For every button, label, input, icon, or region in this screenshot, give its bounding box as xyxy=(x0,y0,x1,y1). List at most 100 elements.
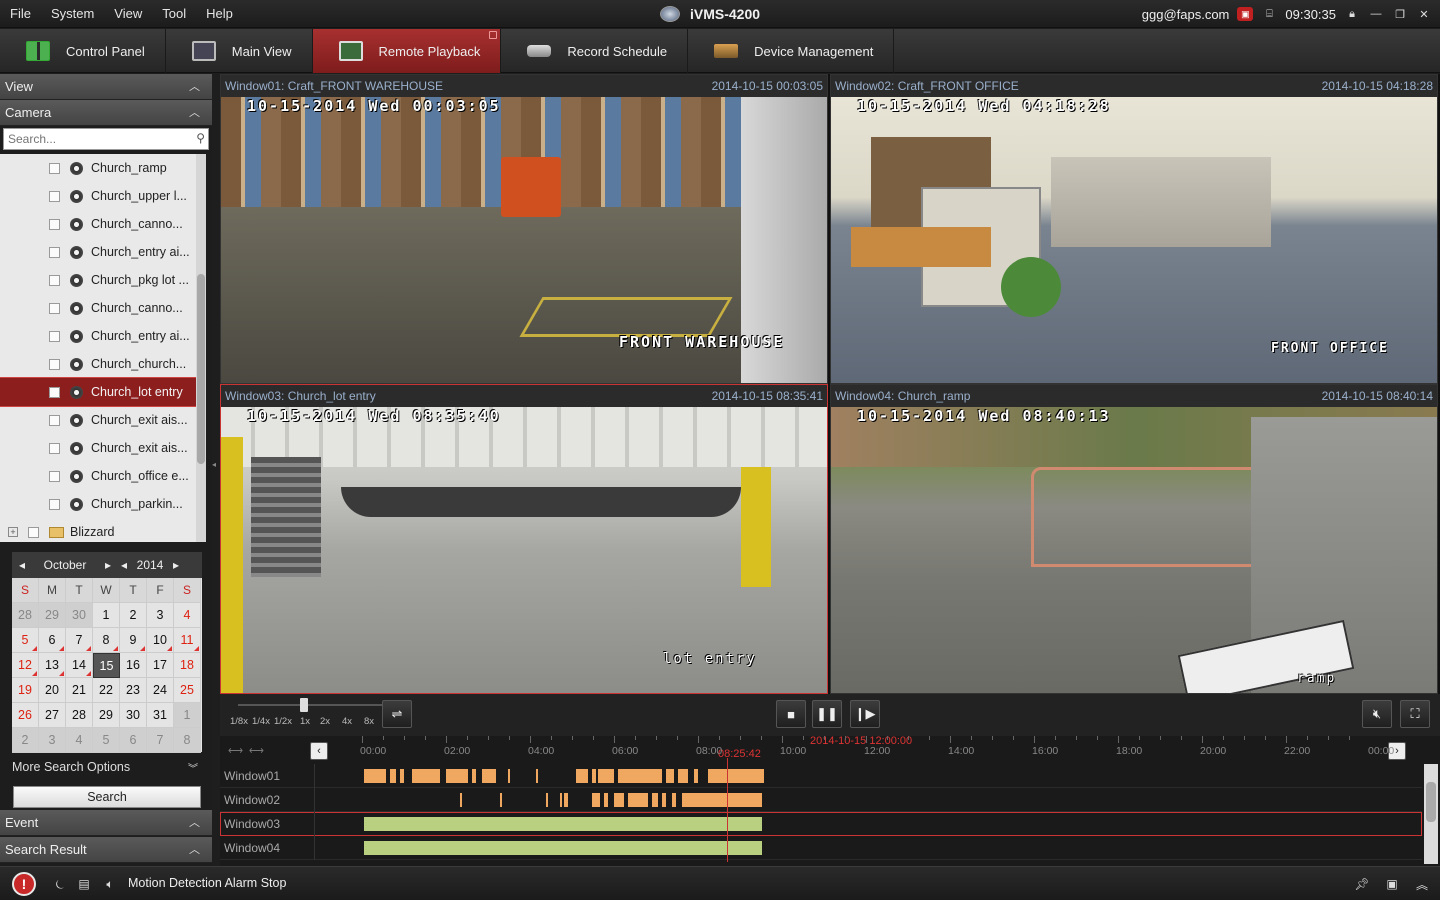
calendar-day[interactable]: 16 xyxy=(120,653,147,678)
video-window-1[interactable]: Window01: Craft_FRONT WAREHOUSE 2014-10-… xyxy=(220,74,828,384)
collapse-panel-icon[interactable]: ◂ xyxy=(212,460,219,474)
camera-item[interactable]: Church_office e... xyxy=(0,462,206,490)
calendar-day[interactable]: 30 xyxy=(66,603,93,628)
calendar-day[interactable]: 7 xyxy=(66,628,93,653)
event-section-header[interactable]: Event ︿ xyxy=(0,810,212,836)
camera-item[interactable]: Church_entry ai... xyxy=(0,322,206,350)
calendar-day[interactable]: 25 xyxy=(174,678,201,703)
menu-help[interactable]: Help xyxy=(196,0,243,28)
next-month-icon[interactable]: ▸ xyxy=(98,558,118,572)
menu-view[interactable]: View xyxy=(104,0,152,28)
video-window-3-selected[interactable]: Window03: Church_lot entry 2014-10-15 08… xyxy=(220,384,828,694)
calendar-day[interactable]: 3 xyxy=(147,603,174,628)
alarm-sound-icon[interactable]: ⏾ xyxy=(52,876,68,892)
calendar-day[interactable]: 8 xyxy=(93,628,120,653)
calendar-day[interactable]: 3 xyxy=(39,728,66,753)
expand-up-icon[interactable]: ︽ xyxy=(1414,876,1430,892)
calendar-day[interactable]: 15 xyxy=(93,653,120,678)
calendar-day[interactable]: 27 xyxy=(39,703,66,728)
camera-item[interactable]: Church_upper l... xyxy=(0,182,206,210)
search-icon[interactable]: ⚲ xyxy=(196,131,205,145)
pin-icon[interactable]: 📌︎ xyxy=(1354,876,1370,892)
calendar-day[interactable]: 20 xyxy=(39,678,66,703)
calendar-day[interactable]: 29 xyxy=(39,603,66,628)
timeline-row[interactable]: Window02 xyxy=(220,788,1422,812)
menu-file[interactable]: File xyxy=(0,0,41,28)
minimize-icon[interactable]: — xyxy=(1368,7,1384,21)
calendar-day[interactable]: 30 xyxy=(120,703,147,728)
calendar-day[interactable]: 7 xyxy=(147,728,174,753)
camera-item[interactable]: Church_pkg lot ... xyxy=(0,266,206,294)
calendar-day[interactable]: 11 xyxy=(174,628,201,653)
calendar-day[interactable]: 28 xyxy=(66,703,93,728)
view-section-header[interactable]: View ︿ xyxy=(0,74,212,100)
checkbox[interactable] xyxy=(49,162,60,174)
expand-icon[interactable]: + xyxy=(8,527,18,537)
mute-icon[interactable]: 🔈︎ xyxy=(102,876,118,892)
audio-mute-icon[interactable]: 🔇︎ xyxy=(1362,700,1392,728)
checkbox[interactable] xyxy=(49,190,60,202)
calendar-day[interactable]: 23 xyxy=(120,678,147,703)
calendar-day[interactable]: 6 xyxy=(120,728,147,753)
calendar-day[interactable]: 4 xyxy=(174,603,201,628)
timeline-prev-icon[interactable]: ‹ xyxy=(310,742,328,760)
menu-system[interactable]: System xyxy=(41,0,104,28)
calendar-day[interactable]: 28 xyxy=(12,603,39,628)
calendar-day[interactable]: 21 xyxy=(66,678,93,703)
chevron-up-icon[interactable]: ︿ xyxy=(189,100,200,126)
lock-icon[interactable]: 🔒︎ xyxy=(1344,7,1360,21)
calendar-day[interactable]: 17 xyxy=(147,653,174,678)
chevron-up-icon[interactable]: ︿ xyxy=(189,810,200,836)
calendar-day[interactable]: 6 xyxy=(39,628,66,653)
next-year-icon[interactable]: ▸ xyxy=(170,558,182,572)
tab-record-schedule[interactable]: Record Schedule xyxy=(501,29,689,73)
scrollbar-thumb[interactable] xyxy=(1426,782,1436,822)
checkbox[interactable] xyxy=(49,498,60,510)
calendar-day[interactable]: 14 xyxy=(66,653,93,678)
search-button[interactable]: Search xyxy=(13,786,201,808)
folder-item[interactable]: + Blizzard xyxy=(0,518,206,542)
calendar-day[interactable]: 4 xyxy=(66,728,93,753)
timeline-scrollbar[interactable] xyxy=(1424,764,1438,864)
camera-item[interactable]: Church_canno... xyxy=(0,210,206,238)
video-window-4[interactable]: Window04: Church_ramp 2014-10-15 08:40:1… xyxy=(830,384,1438,694)
calendar-day[interactable]: 22 xyxy=(93,678,120,703)
alarm-log-icon[interactable]: ▤ xyxy=(76,876,92,892)
single-frame-icon[interactable]: ❙▶ xyxy=(850,700,880,728)
checkbox[interactable] xyxy=(49,358,60,370)
checkbox[interactable] xyxy=(49,246,60,258)
adjust-icon[interactable]: ⇌ xyxy=(382,700,412,728)
calendar-day[interactable]: 24 xyxy=(147,678,174,703)
speed-slider[interactable] xyxy=(238,698,388,712)
tab-remote-playback[interactable]: Remote Playback xyxy=(312,29,502,73)
video-window-2[interactable]: Window02: Craft_FRONT OFFICE 2014-10-15 … xyxy=(830,74,1438,384)
checkbox[interactable] xyxy=(49,274,60,286)
chevron-up-icon[interactable]: ︿ xyxy=(189,837,200,863)
calendar-day[interactable]: 26 xyxy=(12,703,39,728)
camera-search-input[interactable] xyxy=(4,129,186,149)
restore-icon[interactable]: ❐ xyxy=(1392,7,1408,21)
tab-control-panel[interactable]: Control Panel xyxy=(0,29,166,73)
calendar-day[interactable]: 18 xyxy=(174,653,201,678)
camera-item[interactable]: Church_parkin... xyxy=(0,490,206,518)
scrollbar-thumb[interactable] xyxy=(197,274,205,464)
checkbox[interactable] xyxy=(49,414,60,426)
calendar-day[interactable]: 10 xyxy=(147,628,174,653)
camera-item[interactable]: Church_exit ais... xyxy=(0,434,206,462)
warning-icon[interactable]: ! xyxy=(12,872,36,896)
alarm-icon[interactable]: ▣ xyxy=(1237,7,1254,21)
calendar-day[interactable]: 2 xyxy=(12,728,39,753)
speed-slider-knob[interactable] xyxy=(300,698,308,712)
camera-section-header[interactable]: Camera ︿ xyxy=(0,100,212,126)
search-result-section-header[interactable]: Search Result ︿ xyxy=(0,837,212,863)
checkbox[interactable] xyxy=(49,330,60,342)
checkbox[interactable] xyxy=(49,302,60,314)
timeline-ruler[interactable]: ‹ › ⟷ ⟷ 08:25:42 2014-10-15 12:00:00 00:… xyxy=(220,735,1440,764)
pause-icon[interactable]: ❚❚ xyxy=(812,700,842,728)
menu-tool[interactable]: Tool xyxy=(152,0,196,28)
calendar-day[interactable]: 2 xyxy=(120,603,147,628)
camera-item[interactable]: Church_ramp xyxy=(0,154,206,182)
fullscreen-icon[interactable]: ⛶ xyxy=(1400,700,1430,728)
checkbox[interactable] xyxy=(49,386,60,398)
calendar-day[interactable]: 29 xyxy=(93,703,120,728)
